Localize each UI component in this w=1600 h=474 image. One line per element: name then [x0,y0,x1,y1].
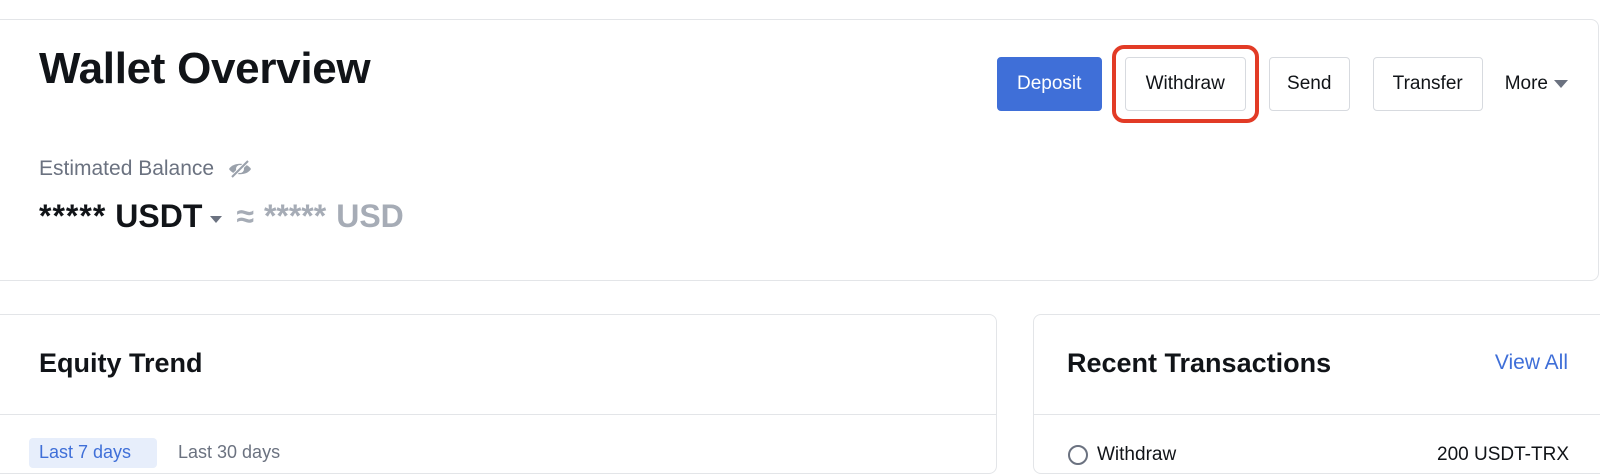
tab-last-7-days[interactable]: Last 7 days [29,438,157,468]
action-bar: Deposit Withdraw Send Transfer More [996,45,1568,123]
withdraw-button[interactable]: Withdraw [1124,57,1246,111]
more-label: More [1504,73,1548,94]
transfer-button[interactable]: Transfer [1372,57,1483,111]
divider [0,414,997,415]
transaction-type-group: Withdraw [1067,444,1176,466]
caret-down-icon [1554,80,1568,88]
send-button[interactable]: Send [1268,57,1350,111]
balance-value-row: ***** USDT ≈ ***** USD [39,198,404,235]
eye-off-icon[interactable] [227,159,253,179]
balance-label: Estimated Balance [39,157,253,181]
transaction-amount: 200 USDT-TRX [1437,444,1569,465]
clock-icon [1068,445,1088,465]
caret-down-icon[interactable] [210,216,223,223]
transaction-type: Withdraw [1097,444,1177,465]
more-menu[interactable]: More [1505,73,1568,95]
balance-currency[interactable]: USDT [115,198,202,235]
transaction-row[interactable]: Withdraw 200 USDT-TRX [1067,444,1569,466]
page-title: Wallet Overview [39,44,371,93]
withdraw-highlight: Withdraw [1111,45,1259,123]
equity-trend-title: Equity Trend [39,348,203,378]
deposit-button[interactable]: Deposit [996,57,1102,111]
balance-masked-fiat: ***** [263,198,327,234]
balance-masked-amount: ***** [39,198,107,234]
recent-transactions-title: Recent Transactions [1067,348,1332,378]
balance-fiat-currency: USD [336,198,404,234]
divider [1033,414,1600,415]
view-all-link[interactable]: View All [1495,351,1568,375]
balance-label-text: Estimated Balance [39,157,215,180]
tab-last-30-days[interactable]: Last 30 days [178,442,280,463]
approx-symbol: ≈ [236,198,254,234]
